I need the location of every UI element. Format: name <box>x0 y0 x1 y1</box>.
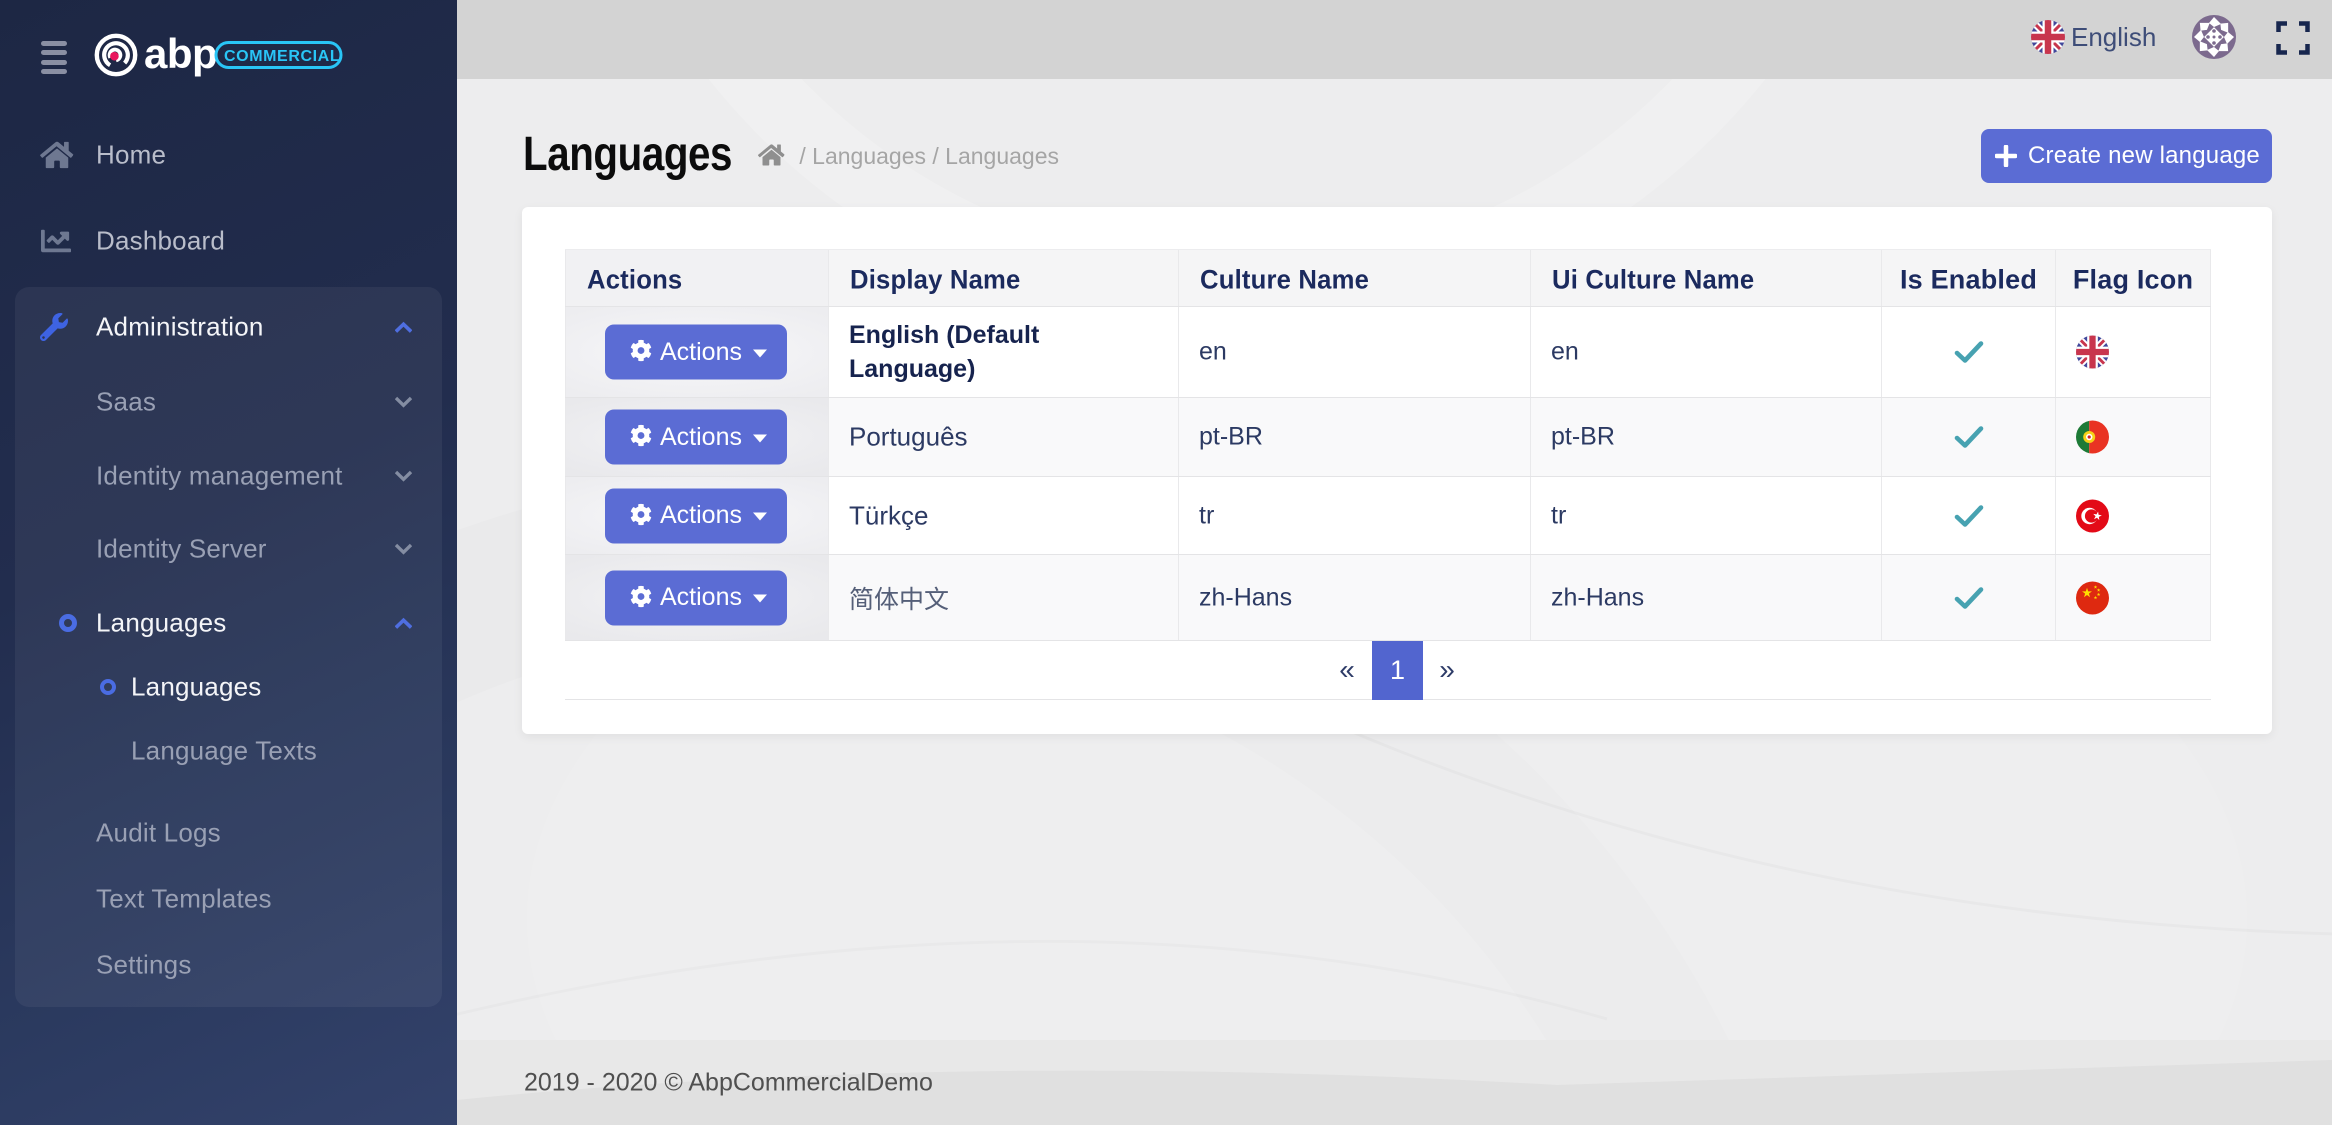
svg-text:abp: abp <box>144 33 217 77</box>
svg-text:COMMERCIAL: COMMERCIAL <box>224 48 340 65</box>
